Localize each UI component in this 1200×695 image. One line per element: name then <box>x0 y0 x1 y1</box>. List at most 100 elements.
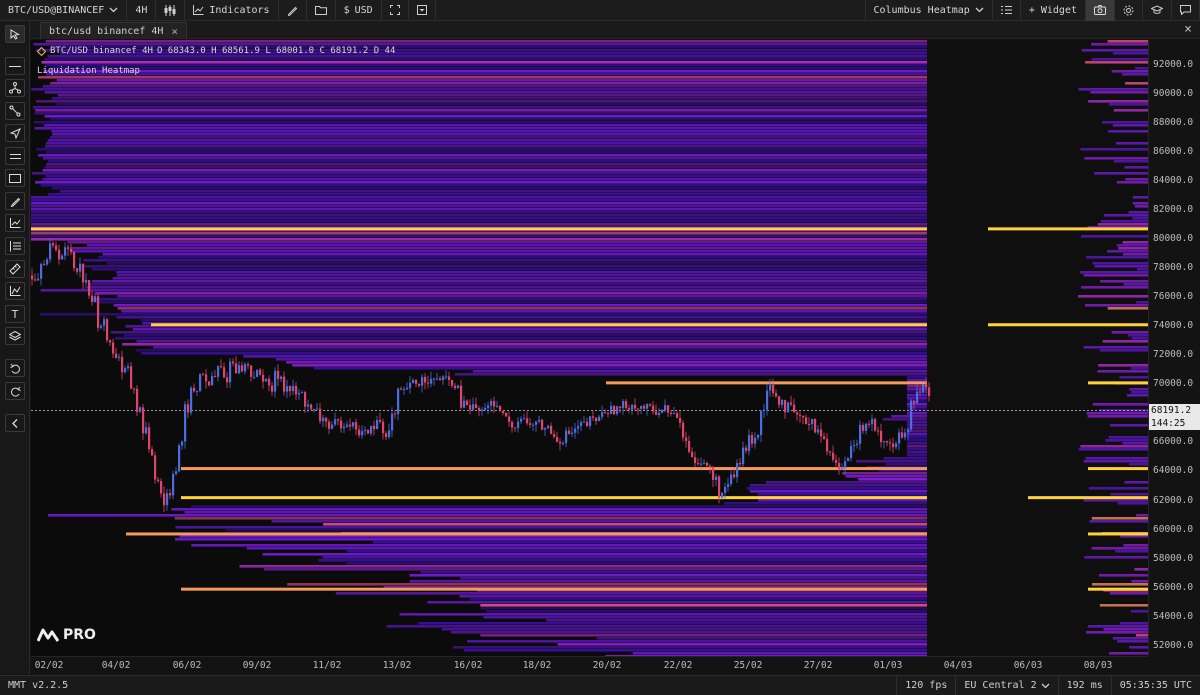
candle <box>367 429 370 435</box>
candle <box>772 378 775 397</box>
candle <box>211 371 214 386</box>
brush-tool[interactable] <box>5 192 25 210</box>
candle <box>697 457 700 466</box>
fib-tool[interactable] <box>5 237 25 255</box>
dropdown-menu-button[interactable] <box>409 0 436 21</box>
candle <box>271 381 274 396</box>
time-axis[interactable]: 02/02 04/02 06/02 09/02 11/02 13/02 16/02 18/02… <box>31 656 1148 674</box>
candle <box>484 403 487 412</box>
screenshot-button[interactable] <box>1086 0 1115 21</box>
candle <box>598 414 601 422</box>
ruler-tool[interactable] <box>5 260 25 278</box>
time-tick: 11/02 <box>312 660 342 671</box>
candle <box>433 377 436 386</box>
chat-button[interactable] <box>1172 0 1200 21</box>
candle <box>571 426 574 437</box>
close-icon[interactable]: × <box>171 25 178 38</box>
candle <box>319 403 322 424</box>
timeframe-button[interactable]: 4H <box>127 0 157 21</box>
candle <box>361 425 364 439</box>
parallel-lines-icon <box>9 153 21 159</box>
candle <box>292 379 295 396</box>
candle <box>340 416 343 433</box>
candle <box>775 389 778 399</box>
text-icon: T <box>11 307 19 321</box>
fullscreen-button[interactable] <box>382 0 409 21</box>
price-axis[interactable]: 92000.0 90000.0 88000.0 86000.0 84000.0 82000… <box>1148 40 1200 656</box>
region-selector[interactable]: EU Central 2 <box>955 676 1057 695</box>
candle <box>244 362 247 375</box>
collapse-toolbar-button[interactable] <box>5 414 25 432</box>
chevron-down-icon <box>1041 683 1050 688</box>
horizontal-line-tool[interactable] <box>5 57 25 75</box>
pattern-tool[interactable] <box>5 282 25 300</box>
list-button[interactable] <box>993 0 1021 21</box>
candle <box>652 401 655 415</box>
price-tick: 80000.0 <box>1153 233 1194 245</box>
candle <box>388 423 391 440</box>
candle <box>235 356 238 374</box>
add-widget-button[interactable]: + Widget <box>1021 0 1086 21</box>
candle <box>184 401 187 449</box>
chart-type-button[interactable] <box>156 0 186 21</box>
price-tick: 60000.0 <box>1153 523 1194 535</box>
candle <box>799 411 802 423</box>
candle <box>742 441 745 468</box>
price-tick: 64000.0 <box>1153 465 1194 477</box>
chart-tab-label: btc/usd binancef 4H <box>49 25 164 37</box>
undo-icon <box>9 363 20 374</box>
candle <box>886 440 889 447</box>
candle <box>172 470 175 500</box>
candle <box>853 439 856 453</box>
arrow-tool[interactable] <box>5 124 25 142</box>
candle <box>634 398 637 412</box>
candle <box>733 467 736 479</box>
candle <box>721 491 724 500</box>
candle <box>112 338 115 359</box>
currency-button[interactable]: $ USD <box>336 0 382 21</box>
redo-button[interactable] <box>5 382 25 400</box>
candle <box>253 371 256 380</box>
candle <box>463 395 466 409</box>
candle <box>514 427 517 432</box>
draw-button[interactable] <box>279 0 307 21</box>
candle <box>916 384 919 405</box>
trend-line-tool[interactable] <box>5 102 25 120</box>
symbol-selector[interactable]: BTC/USD@BINANCEF <box>0 0 128 21</box>
text-tool[interactable]: T <box>5 305 25 323</box>
rectangle-tool[interactable] <box>5 169 25 187</box>
candle <box>310 403 313 411</box>
candle <box>337 418 340 425</box>
network-tool[interactable] <box>5 79 25 97</box>
chart-tab[interactable]: btc/usd binancef 4H × <box>40 22 188 39</box>
candle <box>910 398 913 432</box>
settings-button[interactable] <box>1115 0 1143 21</box>
candle <box>217 365 220 382</box>
candle <box>559 438 562 451</box>
line-chart-tool[interactable] <box>5 214 25 232</box>
legend-ohlc: O 68343.0 H 68561.9 L 68001.0 C 68191.2 … <box>156 46 396 56</box>
time-tick: 04/02 <box>101 660 131 671</box>
candle <box>439 376 442 381</box>
candle <box>874 417 877 432</box>
cursor-tool[interactable] <box>5 25 25 43</box>
candle <box>115 347 118 359</box>
candle <box>493 396 496 414</box>
close-panel-icon[interactable]: × <box>1184 22 1192 37</box>
folder-button[interactable] <box>307 0 336 21</box>
layout-selector[interactable]: Columbus Heatmap <box>864 0 993 21</box>
indicators-button[interactable]: Indicators <box>185 0 279 21</box>
candle <box>133 387 136 394</box>
undo-button[interactable] <box>5 359 25 377</box>
chart-area[interactable]: BTC/USD binancef 4H O 68343.0 H 68561.9 … <box>31 40 1148 656</box>
parallel-lines-tool[interactable] <box>5 147 25 165</box>
candle <box>766 383 769 416</box>
candle <box>661 408 664 414</box>
fullscreen-icon <box>389 5 400 15</box>
learn-button[interactable] <box>1143 0 1172 21</box>
candle <box>628 404 631 414</box>
price-tick: 58000.0 <box>1153 552 1194 564</box>
timeframe-label: 4H <box>135 4 148 16</box>
layers-tool[interactable] <box>5 327 25 345</box>
candle <box>670 411 673 417</box>
